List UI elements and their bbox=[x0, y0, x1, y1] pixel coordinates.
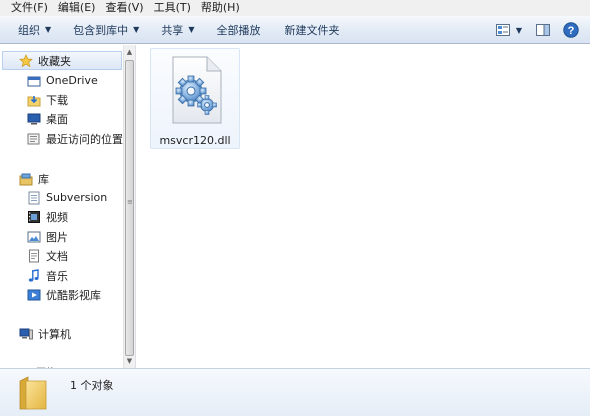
library-icon bbox=[19, 172, 33, 186]
youku-library-icon bbox=[27, 288, 41, 302]
nav-item-onedrive[interactable]: OneDrive bbox=[27, 71, 98, 90]
preview-pane-button[interactable] bbox=[532, 19, 554, 41]
details-pane: 1 个对象 bbox=[0, 368, 590, 416]
nav-item-documents[interactable]: 文档 bbox=[27, 246, 68, 265]
navigation-pane: 收藏夹 OneDrive 下载 桌面 最近访问的位置 库 Subversion … bbox=[0, 45, 123, 368]
nav-item-label: 最近访问的位置 bbox=[46, 132, 123, 146]
picture-icon bbox=[27, 230, 41, 244]
nav-favorites-label: 收藏夹 bbox=[38, 54, 71, 68]
play-all-button[interactable]: 全部播放 bbox=[208, 19, 268, 41]
nav-item-label: 音乐 bbox=[46, 269, 68, 283]
help-icon: ? bbox=[563, 22, 579, 38]
scroll-up-arrow-icon[interactable]: ▲ bbox=[124, 46, 135, 58]
nav-libraries[interactable]: 库 bbox=[19, 169, 49, 188]
chevron-down-icon: ▼ bbox=[133, 25, 140, 34]
share-button[interactable]: 共享 ▼ bbox=[153, 19, 202, 41]
toolbar-right-group: ▼ ? bbox=[486, 16, 590, 44]
folder-icon bbox=[19, 376, 47, 410]
new-folder-button[interactable]: 新建文件夹 bbox=[276, 19, 347, 41]
chevron-down-icon: ▼ bbox=[515, 25, 523, 35]
menu-edit[interactable]: 编辑(E) bbox=[53, 0, 101, 16]
nav-item-downloads[interactable]: 下载 bbox=[27, 90, 68, 109]
svg-text:?: ? bbox=[568, 25, 575, 37]
nav-item-videos[interactable]: 视频 bbox=[27, 207, 68, 226]
nav-favorites[interactable]: 收藏夹 bbox=[2, 51, 122, 70]
menu-view[interactable]: 查看(V) bbox=[100, 0, 148, 16]
new-folder-label: 新建文件夹 bbox=[284, 23, 340, 37]
nav-item-desktop[interactable]: 桌面 bbox=[27, 109, 68, 128]
menu-tools[interactable]: 工具(T) bbox=[149, 0, 196, 16]
nav-item-label: OneDrive bbox=[46, 74, 98, 87]
nav-computer-label: 计算机 bbox=[38, 327, 71, 341]
download-folder-icon bbox=[27, 93, 41, 107]
chevron-down-icon: ▼ bbox=[45, 25, 52, 34]
scroll-down-arrow-icon[interactable]: ▼ bbox=[124, 355, 135, 367]
nav-item-label: Subversion bbox=[46, 191, 108, 204]
preview-pane-icon bbox=[536, 24, 550, 36]
menu-file[interactable]: 文件(F) bbox=[6, 0, 53, 16]
help-button[interactable]: ? bbox=[560, 19, 582, 41]
recent-places-icon bbox=[27, 132, 41, 146]
file-name: msvcr120.dll bbox=[159, 134, 231, 147]
file-item[interactable]: msvcr120.dll bbox=[150, 48, 240, 149]
video-icon bbox=[27, 210, 41, 224]
organize-label: 组织 bbox=[18, 23, 40, 37]
item-count: 1 个对象 bbox=[70, 379, 114, 392]
onedrive-icon bbox=[27, 74, 41, 88]
subversion-icon bbox=[27, 191, 41, 205]
chevron-down-icon: ▼ bbox=[188, 25, 195, 34]
computer-icon bbox=[19, 327, 33, 341]
nav-computer[interactable]: 计算机 bbox=[19, 324, 71, 343]
nav-item-label: 优酷影视库 bbox=[46, 288, 101, 302]
star-icon bbox=[19, 53, 33, 68]
menu-bar: 文件(F) 编辑(E) 查看(V) 工具(T) 帮助(H) bbox=[0, 0, 590, 16]
nav-item-label: 下载 bbox=[46, 93, 68, 107]
document-icon bbox=[27, 249, 41, 263]
file-list-area[interactable]: msvcr120.dll bbox=[136, 45, 590, 368]
music-note-icon bbox=[27, 268, 41, 283]
view-options-button[interactable]: ▼ bbox=[492, 19, 526, 41]
dll-file-icon bbox=[172, 56, 222, 124]
desktop-icon bbox=[27, 112, 41, 126]
nav-item-subversion[interactable]: Subversion bbox=[27, 188, 107, 207]
share-label: 共享 bbox=[161, 23, 184, 37]
nav-item-pictures[interactable]: 图片 bbox=[27, 227, 68, 246]
organize-button[interactable]: 组织 ▼ bbox=[10, 19, 59, 41]
command-bar: 组织 ▼ 包含到库中 ▼ 共享 ▼ 全部播放 新建文件夹 ▼ ? bbox=[0, 16, 590, 44]
include-library-label: 包含到库中 bbox=[73, 23, 129, 37]
nav-item-recent[interactable]: 最近访问的位置 bbox=[27, 129, 123, 148]
nav-scrollbar[interactable]: ▲ ≡ ▼ bbox=[123, 45, 135, 368]
play-all-label: 全部播放 bbox=[216, 23, 261, 37]
view-icon bbox=[495, 24, 510, 36]
nav-item-label: 桌面 bbox=[46, 112, 68, 126]
nav-item-label: 视频 bbox=[46, 210, 68, 224]
nav-item-youku[interactable]: 优酷影视库 bbox=[27, 285, 101, 304]
nav-item-label: 文档 bbox=[46, 249, 68, 263]
grip-icon: ≡ bbox=[127, 198, 133, 206]
include-library-button[interactable]: 包含到库中 ▼ bbox=[65, 19, 147, 41]
nav-item-label: 图片 bbox=[46, 230, 68, 244]
nav-libraries-label: 库 bbox=[38, 172, 49, 186]
scrollbar-thumb[interactable]: ≡ bbox=[125, 60, 134, 356]
nav-item-music[interactable]: 音乐 bbox=[27, 266, 68, 285]
menu-help[interactable]: 帮助(H) bbox=[196, 0, 245, 16]
